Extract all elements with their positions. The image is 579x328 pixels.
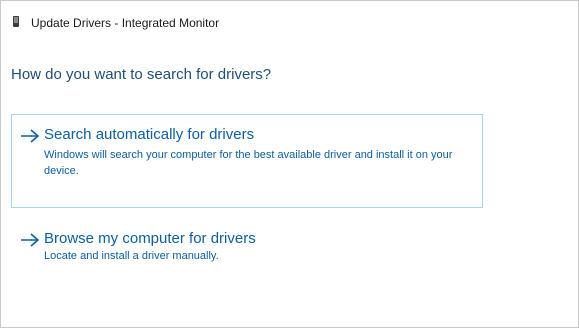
monitor-device-icon — [13, 16, 19, 27]
browse-my-computer-description: Locate and install a driver manually. — [44, 250, 219, 262]
search-automatically-option[interactable]: Search automatically for drivers Windows… — [11, 114, 483, 208]
search-automatically-title: Search automatically for drivers — [44, 126, 255, 143]
arrow-right-icon — [21, 233, 40, 247]
page-heading: How do you want to search for drivers? — [11, 66, 272, 83]
window-title: Update Drivers - Integrated Monitor — [31, 16, 220, 30]
browse-my-computer-option[interactable]: Browse my computer for drivers Locate an… — [11, 222, 483, 274]
browse-my-computer-title: Browse my computer for drivers — [44, 230, 256, 247]
search-automatically-description: Windows will search your computer for th… — [44, 149, 453, 177]
arrow-right-icon — [21, 129, 40, 143]
title-bar: Update Drivers - Integrated Monitor — [1, 1, 578, 33]
update-drivers-window: Update Drivers - Integrated Monitor How … — [0, 0, 579, 328]
